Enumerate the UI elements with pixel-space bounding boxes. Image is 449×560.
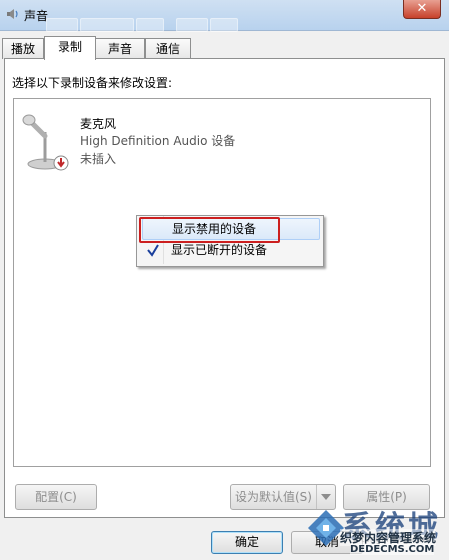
device-status: 未插入 bbox=[80, 152, 117, 166]
device-list[interactable] bbox=[13, 98, 431, 467]
close-icon: ✕ bbox=[416, 1, 428, 16]
instruction-text: 选择以下录制设备来修改设置: bbox=[12, 76, 173, 90]
tab-playback[interactable]: 播放 bbox=[2, 38, 44, 59]
menu-item-label: 显示已断开的设备 bbox=[171, 243, 268, 257]
title-decoration bbox=[136, 18, 164, 32]
watermark-domain: DEDECMS.COM bbox=[350, 544, 435, 555]
button-label: 确定 bbox=[234, 535, 259, 549]
title-decoration bbox=[46, 18, 78, 32]
tab-label: 通信 bbox=[155, 42, 180, 56]
title-decoration bbox=[80, 18, 134, 32]
tab-label: 录制 bbox=[57, 40, 82, 54]
device-name: 麦克风 bbox=[80, 117, 117, 131]
title-decoration bbox=[210, 18, 238, 32]
window-title: 声音 bbox=[24, 9, 49, 23]
microphone-icon[interactable] bbox=[19, 112, 71, 172]
title-decoration bbox=[176, 18, 208, 32]
tab-recording[interactable]: 录制 bbox=[44, 36, 96, 60]
chevron-down-icon bbox=[321, 494, 331, 500]
tab-label: 播放 bbox=[10, 42, 35, 56]
button-label: 设为默认值(S) bbox=[235, 490, 312, 504]
close-button[interactable]: ✕ bbox=[403, 0, 441, 19]
watermark: 系统城 xitongcheng.com 织梦内容管理系统 DEDECMS.COM bbox=[302, 506, 449, 560]
configure-button[interactable]: 配置(C) bbox=[15, 484, 97, 510]
ok-button[interactable]: 确定 bbox=[211, 531, 283, 554]
tab-label: 声音 bbox=[107, 42, 132, 56]
speaker-icon bbox=[7, 9, 18, 19]
menu-item-show-disconnected-devices[interactable]: 显示已断开的设备 bbox=[142, 240, 318, 260]
device-description: High Definition Audio 设备 bbox=[80, 134, 236, 148]
tab-sounds[interactable]: 声音 bbox=[95, 38, 145, 59]
tab-communications[interactable]: 通信 bbox=[145, 38, 191, 59]
checkmark-icon bbox=[147, 244, 159, 257]
title-bar[interactable]: 声音 ✕ bbox=[0, 0, 449, 32]
annotation-highlight-box bbox=[139, 217, 280, 243]
button-label: 配置(C) bbox=[35, 490, 77, 504]
